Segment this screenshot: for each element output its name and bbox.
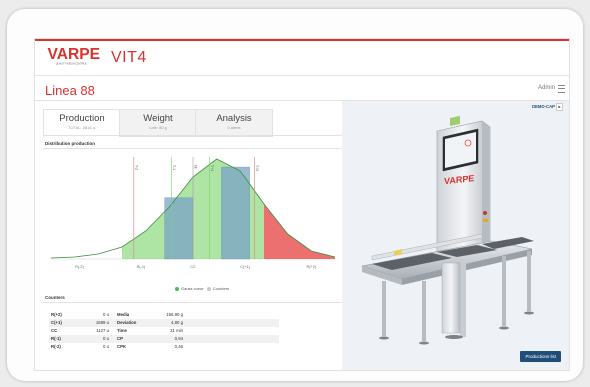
logo-tagline: QUALITY WEIGH CONTROL bbox=[56, 62, 88, 65]
legend-gauss: Gauss curve bbox=[181, 286, 204, 291]
distribution-title: Distribution production bbox=[45, 141, 95, 146]
counters-divider bbox=[43, 302, 342, 303]
stat-label: Deviation bbox=[117, 320, 137, 325]
threshold-label: Nt bbox=[194, 165, 198, 169]
page-title: Linea 88 bbox=[45, 83, 95, 98]
counters-title: Counters bbox=[45, 295, 65, 300]
stat-label: CP bbox=[117, 336, 123, 341]
table-row: R(-2) 0 u CPK 0,46 bbox=[49, 343, 279, 351]
tab-analysis[interactable]: Analysis 0 alerts bbox=[195, 109, 273, 137]
counter-label: C(+1) bbox=[51, 320, 62, 325]
legend-counters: Counters bbox=[212, 286, 230, 291]
table-row: CC 1127 u Time 31 min bbox=[49, 327, 279, 335]
tab-analysis-label: Analysis bbox=[216, 113, 252, 124]
machine-panel: DEMO-CAP ▸ VARPE Productions list bbox=[342, 101, 569, 370]
stat-value: 0,94 bbox=[174, 336, 183, 341]
user-menu-label[interactable]: Admin bbox=[538, 85, 555, 91]
counter-value: 1689 u bbox=[95, 320, 109, 325]
header-divider bbox=[35, 75, 569, 76]
counter-value: 0 u bbox=[103, 312, 109, 317]
bar-CC bbox=[164, 197, 194, 260]
counter-value: 1127 u bbox=[96, 328, 109, 333]
counter-label: R(-2) bbox=[51, 344, 61, 349]
tab-weight-label: Weight bbox=[143, 113, 173, 124]
chart-legend: Gauss curve Counters bbox=[175, 286, 229, 291]
tab-production-label: Production bbox=[59, 113, 105, 124]
table-row: C(+1) 1689 u Deviation 4,80 g bbox=[49, 319, 279, 327]
counter-value: 0 u bbox=[103, 344, 109, 349]
bar-C(+1) bbox=[221, 166, 250, 260]
tab-production-sub: TOTAL: 2816 u. bbox=[67, 125, 97, 130]
x-tick-label: R(-1) bbox=[137, 265, 146, 269]
counter-label: R(-1) bbox=[51, 336, 61, 341]
gauss-legend-dot bbox=[175, 286, 179, 291]
stat-label: Media bbox=[117, 312, 130, 317]
stat-value: 4,80 g bbox=[171, 320, 183, 325]
checkweigher-machine-image: VARPE bbox=[361, 115, 534, 345]
counter-value: 0 u bbox=[103, 336, 109, 341]
stat-value: 0,46 bbox=[174, 344, 183, 349]
stat-value: 156,90 g bbox=[166, 312, 183, 317]
counters-legend-dot bbox=[206, 286, 211, 291]
product-name: VIT4 bbox=[111, 49, 147, 66]
threshold-label: T+2 bbox=[255, 165, 259, 171]
productions-list-button[interactable]: Productions list bbox=[520, 351, 561, 362]
tab-underline bbox=[43, 135, 342, 136]
table-row: R(-1) 0 u CP 0,94 bbox=[49, 335, 279, 343]
tab-production[interactable]: Production TOTAL: 2816 u. bbox=[43, 109, 121, 137]
counter-label: CC bbox=[51, 328, 58, 333]
counters-table: R(+2) 0 u Media 156,90 g C(+1) 1689 u De… bbox=[49, 311, 279, 351]
distribution-divider bbox=[43, 148, 342, 149]
app-screen: VARPE QUALITY WEIGH CONTROL VIT4 Linea 8… bbox=[34, 38, 570, 371]
table-row: R(+2) 0 u Media 156,90 g bbox=[49, 311, 279, 319]
x-tick-label: CC bbox=[190, 265, 196, 269]
stat-label: CPK bbox=[117, 344, 127, 349]
tab-analysis-sub: 0 alerts bbox=[227, 125, 241, 130]
counter-label: R(+2) bbox=[51, 312, 62, 317]
production-panel: Production TOTAL: 2816 u. Weight Lote: 8… bbox=[37, 101, 342, 370]
red-reject-zone bbox=[264, 204, 335, 259]
app-header: VARPE QUALITY WEIGH CONTROL VIT4 bbox=[35, 41, 569, 75]
hamburger-menu-icon[interactable] bbox=[558, 85, 565, 93]
threshold-label: T-1 bbox=[172, 165, 176, 170]
threshold-label: T+1 bbox=[210, 165, 214, 171]
stat-value: 31 min bbox=[170, 328, 183, 333]
stat-label: Time bbox=[117, 328, 127, 333]
threshold-label: T-2 bbox=[134, 165, 138, 170]
x-tick-label: R(-2) bbox=[75, 265, 84, 269]
varpe-logo: VARPE QUALITY WEIGH CONTROL bbox=[48, 46, 101, 66]
distribution-chart: T-2 T-1 Nt T+1 T+2 R(-2) R(-1) CC C(+1) R(+2) bbox=[50, 157, 336, 269]
tab-weight-sub: Lote: 80 g bbox=[149, 125, 167, 130]
x-tick-label: R(+2) bbox=[307, 265, 317, 269]
tab-bar: Production TOTAL: 2816 u. Weight Lote: 8… bbox=[43, 109, 273, 137]
logo-text: VARPE bbox=[48, 46, 101, 63]
tab-weight[interactable]: Weight Lote: 80 g bbox=[119, 109, 197, 137]
x-tick-label: C(+1) bbox=[240, 265, 250, 269]
